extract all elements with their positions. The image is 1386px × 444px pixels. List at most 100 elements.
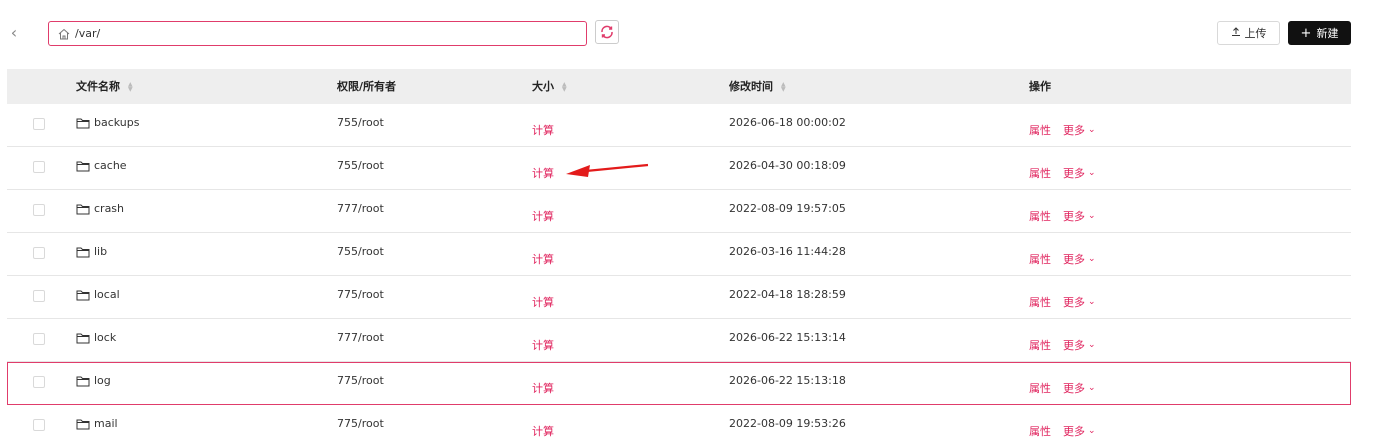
new-button[interactable]: + 新建	[1288, 21, 1351, 45]
chevron-down-icon: ⌄	[1088, 254, 1096, 264]
table-row[interactable]: local 775/root 计算 2022-04-18 18:28:59 属性 更多 ⌄	[7, 276, 1351, 319]
table-row[interactable]: lib 755/root 计算 2026-03-16 11:44:28 属性 更多 ⌄	[7, 233, 1351, 276]
header-name[interactable]: 文件名称 ▲ ▼	[76, 69, 133, 104]
file-name[interactable]: lock	[76, 331, 116, 344]
more-dropdown[interactable]: 更多 ⌄	[1063, 380, 1096, 396]
modified-time: 2022-08-09 19:53:26	[729, 417, 846, 430]
calculate-size-link[interactable]: 计算	[532, 337, 554, 353]
modified-time: 2026-06-22 15:13:14	[729, 331, 846, 344]
table-header: 文件名称 ▲ ▼ 权限/所有者 大小 ▲ ▼ 修改时间 ▲ ▼ 操作	[7, 69, 1351, 104]
properties-link[interactable]: 属性	[1029, 294, 1051, 310]
permission-owner: 755/root	[337, 116, 384, 129]
file-name-label: lock	[94, 331, 117, 344]
more-dropdown[interactable]: 更多 ⌄	[1063, 337, 1096, 353]
more-label: 更多	[1063, 296, 1085, 309]
file-name[interactable]: log	[76, 374, 111, 387]
calculate-size-link[interactable]: 计算	[532, 423, 554, 439]
more-dropdown[interactable]: 更多 ⌄	[1063, 251, 1096, 267]
refresh-button[interactable]	[595, 20, 619, 44]
table-row[interactable]: cache 755/root 计算 2026-04-30 00:18:09 属性 更多 ⌄	[7, 147, 1351, 190]
upload-button[interactable]: 上传	[1217, 21, 1280, 45]
calculate-size-link[interactable]: 计算	[532, 251, 554, 267]
table-row[interactable]: mail 775/root 计算 2022-08-09 19:53:26 属性 更多 ⌄	[7, 405, 1351, 444]
row-checkbox[interactable]	[33, 204, 45, 216]
properties-link[interactable]: 属性	[1029, 423, 1051, 439]
file-table: 文件名称 ▲ ▼ 权限/所有者 大小 ▲ ▼ 修改时间 ▲ ▼ 操作 backups 7…	[7, 69, 1351, 444]
modified-time: 2026-04-30 00:18:09	[729, 159, 846, 172]
modified-time: 2022-08-09 19:57:05	[729, 202, 846, 215]
calculate-size-link[interactable]: 计算	[532, 380, 554, 396]
file-name[interactable]: backups	[76, 116, 140, 129]
row-actions: 属性 更多 ⌄	[1029, 122, 1096, 138]
row-actions: 属性 更多 ⌄	[1029, 380, 1096, 396]
file-name-label: local	[94, 288, 120, 301]
file-name[interactable]: local	[76, 288, 120, 301]
file-name-label: crash	[94, 202, 125, 215]
new-label: 新建	[1316, 27, 1339, 40]
row-checkbox[interactable]	[33, 376, 45, 388]
header-ops-label: 操作	[1029, 80, 1051, 93]
row-actions: 属性 更多 ⌄	[1029, 165, 1096, 181]
row-checkbox[interactable]	[33, 290, 45, 302]
more-dropdown[interactable]: 更多 ⌄	[1063, 208, 1096, 224]
row-checkbox[interactable]	[33, 333, 45, 345]
more-label: 更多	[1063, 425, 1085, 438]
row-checkbox[interactable]	[33, 247, 45, 259]
more-label: 更多	[1063, 339, 1085, 352]
calculate-size-link[interactable]: 计算	[532, 122, 554, 138]
row-checkbox[interactable]	[33, 161, 45, 173]
folder-icon	[76, 246, 90, 258]
sort-icon[interactable]: ▲ ▼	[128, 81, 133, 92]
calculate-size-link[interactable]: 计算	[532, 208, 554, 224]
table-row[interactable]: backups 755/root 计算 2026-06-18 00:00:02 属性 更多…	[7, 104, 1351, 147]
chevron-down-icon: ⌄	[1088, 297, 1096, 307]
more-label: 更多	[1063, 253, 1085, 266]
file-name[interactable]: mail	[76, 417, 118, 430]
more-dropdown[interactable]: 更多 ⌄	[1063, 165, 1096, 181]
row-actions: 属性 更多 ⌄	[1029, 423, 1096, 439]
table-row[interactable]: lock 777/root 计算 2026-06-22 15:13:14 属性 更多 ⌄	[7, 319, 1351, 362]
table-row[interactable]: crash 777/root 计算 2022-08-09 19:57:05 属性 更多 ⌄	[7, 190, 1351, 233]
file-name-label: backups	[94, 116, 140, 129]
permission-owner: 755/root	[337, 245, 384, 258]
permission-owner: 777/root	[337, 202, 384, 215]
chevron-down-icon: ⌄	[1088, 168, 1096, 178]
calculate-size-link[interactable]: 计算	[532, 165, 554, 181]
properties-link[interactable]: 属性	[1029, 208, 1051, 224]
folder-icon	[76, 117, 90, 129]
chevron-down-icon: ⌄	[1088, 125, 1096, 135]
modified-time: 2026-03-16 11:44:28	[729, 245, 846, 258]
row-checkbox[interactable]	[33, 419, 45, 431]
properties-link[interactable]: 属性	[1029, 337, 1051, 353]
sort-icon[interactable]: ▲ ▼	[781, 81, 786, 92]
properties-link[interactable]: 属性	[1029, 165, 1051, 181]
table-row[interactable]: log 775/root 计算 2026-06-22 15:13:18 属性 更多 ⌄	[7, 362, 1351, 405]
properties-link[interactable]: 属性	[1029, 122, 1051, 138]
header-size-label: 大小	[532, 80, 554, 93]
more-dropdown[interactable]: 更多 ⌄	[1063, 294, 1096, 310]
more-dropdown[interactable]: 更多 ⌄	[1063, 423, 1096, 439]
folder-icon	[76, 203, 90, 215]
path-input[interactable]	[75, 27, 555, 40]
properties-link[interactable]: 属性	[1029, 380, 1051, 396]
path-input-box[interactable]	[48, 21, 587, 46]
more-dropdown[interactable]: 更多 ⌄	[1063, 122, 1096, 138]
header-size[interactable]: 大小 ▲ ▼	[532, 69, 567, 104]
permission-owner: 775/root	[337, 288, 384, 301]
row-checkbox[interactable]	[33, 118, 45, 130]
file-name[interactable]: lib	[76, 245, 107, 258]
row-actions: 属性 更多 ⌄	[1029, 294, 1096, 310]
file-name-label: lib	[94, 245, 108, 258]
file-name[interactable]: crash	[76, 202, 124, 215]
toolbar: ‹ 上传 + 新建	[0, 0, 1386, 64]
file-name[interactable]: cache	[76, 159, 127, 172]
modified-time: 2026-06-18 00:00:02	[729, 116, 846, 129]
properties-link[interactable]: 属性	[1029, 251, 1051, 267]
back-button[interactable]: ‹	[4, 22, 24, 44]
sort-icon[interactable]: ▲ ▼	[562, 81, 567, 92]
chevron-down-icon: ⌄	[1088, 211, 1096, 221]
calculate-size-link[interactable]: 计算	[532, 294, 554, 310]
header-mtime-label: 修改时间	[729, 80, 773, 93]
header-perm-label: 权限/所有者	[337, 80, 397, 93]
header-mtime[interactable]: 修改时间 ▲ ▼	[729, 69, 786, 104]
